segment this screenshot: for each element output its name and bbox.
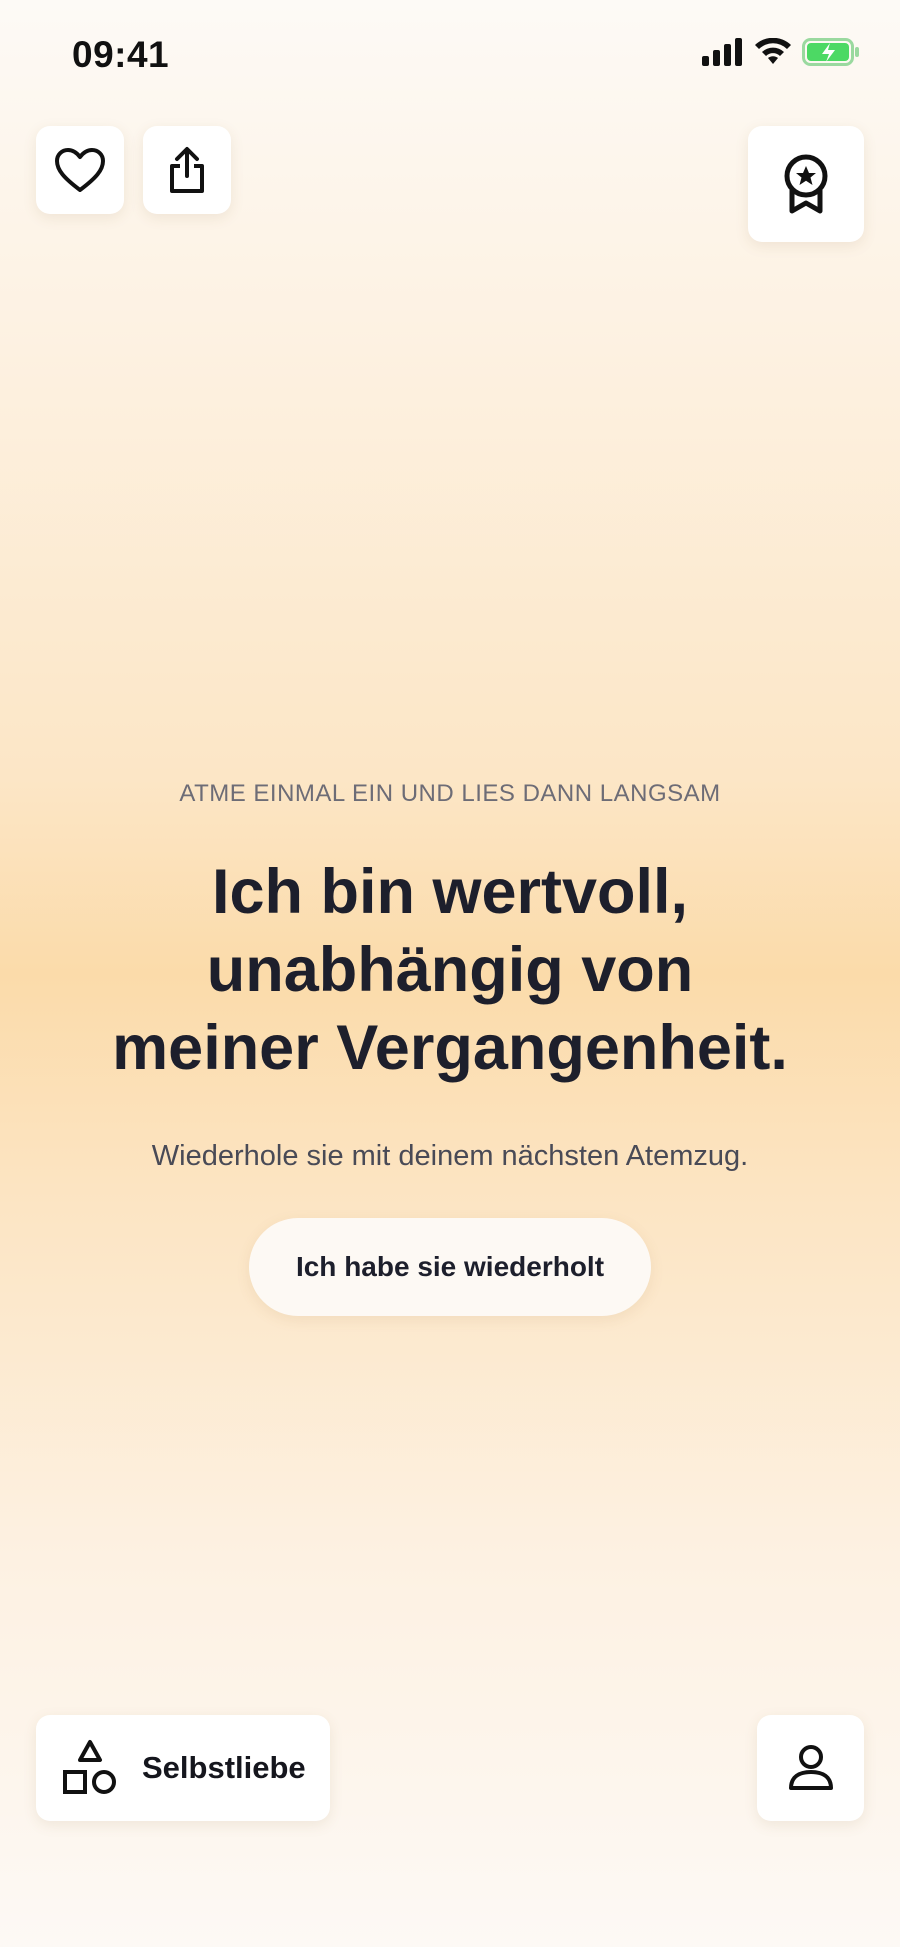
achievements-button[interactable]: [748, 126, 864, 242]
person-icon: [788, 1745, 833, 1790]
favorite-button[interactable]: [36, 126, 124, 214]
heart-icon: [55, 148, 105, 192]
battery-charging-icon: [802, 38, 859, 66]
repeat-hint: Wiederhole sie mit deinem nächsten Atemz…: [151, 1140, 749, 1172]
repeated-button[interactable]: Ich habe sie wiederholt: [249, 1218, 651, 1316]
status-time: 09:41: [72, 34, 170, 75]
breathing-instruction: ATME EINMAL EIN UND LIES DANN LANGSAM: [179, 780, 721, 807]
category-label: Selbstliebe: [142, 1750, 306, 1785]
share-icon: [170, 147, 204, 193]
affirmation-line: Ich bin wertvoll,: [211, 857, 689, 927]
cellular-signal-icon: [702, 38, 742, 66]
shapes-icon: [63, 1740, 116, 1794]
profile-button[interactable]: [757, 1715, 864, 1821]
status-icons: [702, 38, 860, 66]
affirmation-line: meiner Vergangenheit.: [112, 1013, 788, 1083]
affirmation-text: Ich bin wertvoll, unabhängig von meiner …: [60, 853, 840, 1087]
award-badge-icon: [784, 154, 828, 214]
wifi-icon: [755, 38, 791, 64]
category-button[interactable]: Selbstliebe: [36, 1715, 330, 1821]
share-button[interactable]: [143, 126, 231, 214]
affirmation-line: unabhängig von: [206, 935, 694, 1005]
